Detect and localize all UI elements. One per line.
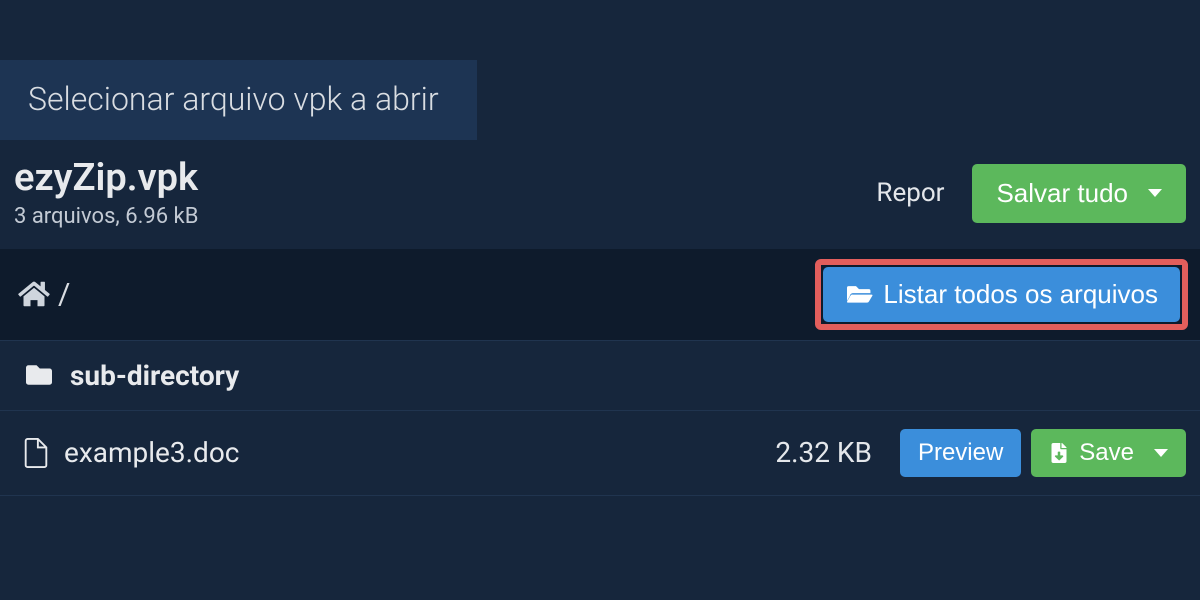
file-info: ezyZip.vpk 3 arquivos, 6.96 kB bbox=[14, 158, 198, 229]
save-all-button[interactable]: Salvar tudo bbox=[972, 164, 1186, 223]
folder-open-icon bbox=[845, 282, 873, 306]
file-actions: Repor Salvar tudo bbox=[876, 164, 1186, 223]
tab-select-file[interactable]: Selecionar arquivo vpk a abrir bbox=[0, 60, 477, 140]
save-label: Save bbox=[1079, 439, 1134, 467]
folder-name: sub-directory bbox=[70, 359, 239, 392]
breadcrumb[interactable]: / bbox=[18, 277, 70, 312]
file-size: 2.32 KB bbox=[775, 436, 872, 469]
preview-label: Preview bbox=[918, 439, 1003, 467]
save-button[interactable]: Save bbox=[1031, 429, 1186, 477]
download-icon bbox=[1049, 443, 1069, 463]
preview-button[interactable]: Preview bbox=[900, 429, 1021, 477]
caret-down-icon bbox=[1148, 189, 1162, 197]
list-item-file[interactable]: example3.doc 2.32 KB Preview Save bbox=[0, 411, 1200, 496]
breadcrumb-row: / Listar todos os arquivos bbox=[0, 249, 1200, 340]
save-all-label: Salvar tudo bbox=[996, 178, 1128, 209]
reset-link[interactable]: Repor bbox=[876, 178, 944, 208]
list-all-label: Listar todos os arquivos bbox=[883, 279, 1158, 310]
file-name: ezyZip.vpk bbox=[14, 158, 198, 200]
list-item-folder[interactable]: sub-directory bbox=[0, 341, 1200, 411]
file-icon bbox=[24, 438, 48, 468]
tab-label: Selecionar arquivo vpk a abrir bbox=[28, 80, 439, 118]
file-row-name: example3.doc bbox=[64, 436, 239, 469]
file-list: sub-directory example3.doc 2.32 KB Previ… bbox=[0, 340, 1200, 496]
file-stats: 3 arquivos, 6.96 kB bbox=[14, 204, 198, 229]
highlight-frame: Listar todos os arquivos bbox=[815, 259, 1188, 330]
list-all-files-button[interactable]: Listar todos os arquivos bbox=[823, 267, 1180, 322]
breadcrumb-separator: / bbox=[58, 277, 70, 312]
folder-icon bbox=[24, 362, 54, 388]
caret-down-icon bbox=[1154, 449, 1168, 457]
home-icon bbox=[18, 280, 50, 308]
file-header: ezyZip.vpk 3 arquivos, 6.96 kB Repor Sal… bbox=[0, 140, 1200, 243]
